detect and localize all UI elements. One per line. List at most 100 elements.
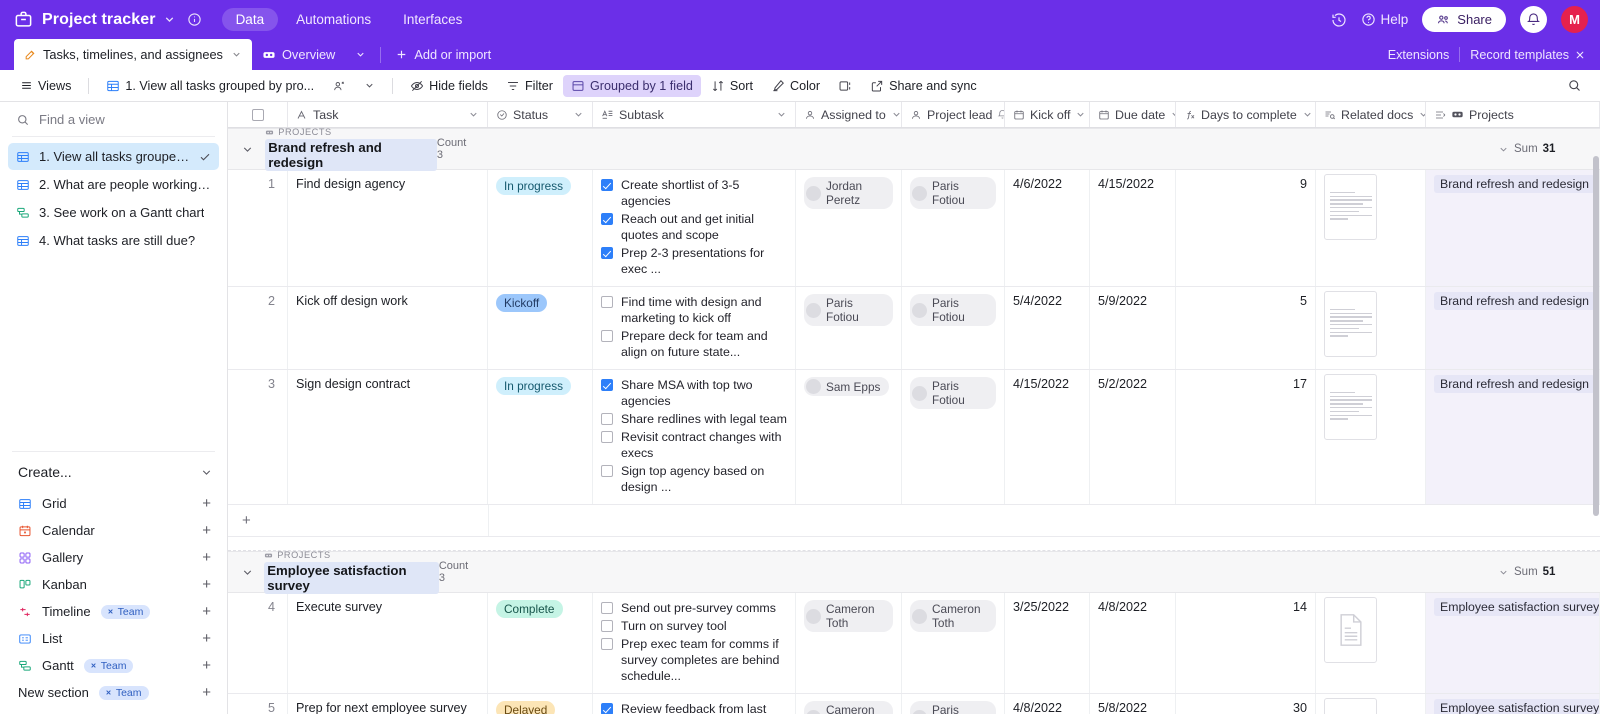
subtask-checkbox[interactable] <box>601 602 613 614</box>
cell-assigned-to[interactable]: Jordan Peretz <box>796 170 902 286</box>
cell-task[interactable]: Sign design contract <box>288 370 488 504</box>
create-kanban[interactable]: Kanban + <box>8 571 219 598</box>
project-link-chip[interactable]: Employee satisfaction survey <box>1434 699 1599 714</box>
subtask-item[interactable]: Reach out and get initial quotes and sco… <box>601 211 787 243</box>
share-button[interactable]: Share <box>1422 7 1506 32</box>
subtask-checkbox[interactable] <box>601 213 613 225</box>
subtask-checkbox[interactable] <box>601 620 613 632</box>
subtask-checkbox[interactable] <box>601 379 613 391</box>
subtask-checkbox[interactable] <box>601 638 613 650</box>
column-header-due-date[interactable]: Due date <box>1090 102 1176 127</box>
cell-assigned-to[interactable]: Sam Epps <box>796 370 902 504</box>
subtask-checkbox[interactable] <box>601 703 613 714</box>
cell-assigned-to[interactable]: Cameron Toth <box>796 593 902 693</box>
table-row[interactable]: 3 Sign design contract In progress Share… <box>228 370 1600 505</box>
cell-projects[interactable]: Brand refresh and redesign <box>1426 370 1600 504</box>
add-record-row[interactable]: + <box>228 505 1600 537</box>
project-link-chip[interactable]: Brand refresh and redesign <box>1434 292 1596 310</box>
group-sum[interactable]: Sum 51 <box>1498 566 1555 578</box>
extensions-button[interactable]: Extensions <box>1388 48 1450 62</box>
views-button[interactable]: Views <box>12 75 79 97</box>
cell-subtask[interactable]: Create shortlist of 3-5 agencies Reach o… <box>593 170 796 286</box>
subtask-checkbox[interactable] <box>601 465 613 477</box>
nav-item-automations[interactable]: Automations <box>282 8 385 31</box>
cell-projects[interactable]: Employee satisfaction survey <box>1426 593 1600 693</box>
cell-status[interactable]: In progress <box>488 370 593 504</box>
cell-project-lead[interactable]: Paris Fotiou <box>902 694 1005 714</box>
cell-status[interactable]: In progress <box>488 170 593 286</box>
column-header-kick-off[interactable]: Kick off <box>1005 102 1090 127</box>
nav-item-data[interactable]: Data <box>221 8 279 31</box>
subtask-checkbox[interactable] <box>601 247 613 259</box>
cell-projects[interactable]: Brand refresh and redesign <box>1426 287 1600 369</box>
add-new-section-icon[interactable]: + <box>202 684 211 701</box>
cell-related-docs[interactable] <box>1316 287 1426 369</box>
tab-overview[interactable]: Overview <box>252 39 345 70</box>
vertical-scrollbar[interactable] <box>1593 156 1599 516</box>
add-gallery-icon[interactable]: + <box>202 549 211 566</box>
column-header-project-lead[interactable]: Project lead <box>902 102 1005 127</box>
create-section-header[interactable]: Create... <box>0 452 227 490</box>
subtask-item[interactable]: Sign top agency based on design ... <box>601 463 787 495</box>
cell-task[interactable]: Kick off design work <box>288 287 488 369</box>
subtask-item[interactable]: Review feedback from last exec debrief <box>601 701 787 714</box>
user-avatar[interactable]: M <box>1561 6 1588 33</box>
subtask-item[interactable]: Share MSA with top two agencies <box>601 377 787 409</box>
create-grid[interactable]: Grid + <box>8 490 219 517</box>
sidebar-view-1[interactable]: 1. View all tasks grouped by pro... <box>8 143 219 170</box>
cell-assigned-to[interactable]: Paris Fotiou <box>796 287 902 369</box>
tab-overview-menu[interactable] <box>345 39 376 70</box>
create-gantt[interactable]: Gantt Team + <box>8 652 219 679</box>
color-button[interactable]: Color <box>763 75 828 97</box>
group-button[interactable]: Grouped by 1 field <box>562 74 701 97</box>
subtask-item[interactable]: Send out pre-survey comms <box>601 600 787 616</box>
search-records-icon[interactable] <box>1561 74 1588 97</box>
add-timeline-icon[interactable]: + <box>202 603 211 620</box>
chevron-down-icon[interactable] <box>776 109 787 120</box>
cell-kick-off[interactable]: 3/25/2022 <box>1005 593 1090 693</box>
view-collaborators-icon[interactable] <box>324 75 354 97</box>
table-row[interactable]: 2 Kick off design work Kickoff Find time… <box>228 287 1600 370</box>
subtask-checkbox[interactable] <box>601 179 613 191</box>
cell-related-docs[interactable] <box>1316 170 1426 286</box>
grid-rows-scroll[interactable]: PROJECTS Brand refresh and redesign Coun… <box>228 128 1600 714</box>
cell-status[interactable]: Kickoff <box>488 287 593 369</box>
cell-due-date[interactable]: 4/8/2022 <box>1090 593 1176 693</box>
subtask-item[interactable]: Prep exec team for comms if survey compl… <box>601 636 787 684</box>
cell-related-docs[interactable] <box>1316 593 1426 693</box>
subtask-item[interactable]: Prep 2-3 presentations for exec ... <box>601 245 787 277</box>
tab-tasks-timelines-assignees[interactable]: Tasks, timelines, and assignees <box>14 39 252 70</box>
chevron-down-icon[interactable] <box>1075 109 1086 120</box>
sidebar-view-3[interactable]: 3. See work on a Gantt chart <box>8 199 219 226</box>
chevron-down-icon[interactable] <box>200 466 213 479</box>
group-header-employee-satisfaction[interactable]: PROJECTS Employee satisfaction survey Co… <box>228 550 1600 594</box>
cell-project-lead[interactable]: Cameron Toth <box>902 593 1005 693</box>
cell-kick-off[interactable]: 4/6/2022 <box>1005 170 1090 286</box>
cell-task[interactable]: Find design agency <box>288 170 488 286</box>
current-view-button[interactable]: 1. View all tasks grouped by pro... <box>98 75 322 97</box>
create-gallery[interactable]: Gallery + <box>8 544 219 571</box>
subtask-item[interactable]: Prepare deck for team and align on futur… <box>601 328 787 360</box>
cell-related-docs[interactable] <box>1316 370 1426 504</box>
sort-button[interactable]: Sort <box>703 75 761 97</box>
add-list-icon[interactable]: + <box>202 630 211 647</box>
project-link-chip[interactable]: Brand refresh and redesign <box>1434 375 1596 393</box>
column-header-related-docs[interactable]: Related docs <box>1316 102 1426 127</box>
column-header-subtask[interactable]: Subtask <box>593 102 796 127</box>
cell-due-date[interactable]: 5/2/2022 <box>1090 370 1176 504</box>
add-gantt-icon[interactable]: + <box>202 657 211 674</box>
cell-subtask[interactable]: Share MSA with top two agencies Share re… <box>593 370 796 504</box>
chevron-down-icon[interactable] <box>573 109 584 120</box>
cell-kick-off[interactable]: 4/15/2022 <box>1005 370 1090 504</box>
subtask-item[interactable]: Create shortlist of 3-5 agencies <box>601 177 787 209</box>
app-title-chevron-icon[interactable] <box>163 13 176 26</box>
create-new-section[interactable]: New section Team + <box>8 679 219 706</box>
group-collapse-icon[interactable] <box>238 143 257 156</box>
help-button[interactable]: Help <box>1361 12 1408 27</box>
project-link-chip[interactable]: Brand refresh and redesign <box>1434 175 1596 193</box>
tab-chevron-down-icon[interactable] <box>231 49 242 60</box>
cell-subtask[interactable]: Find time with design and marketing to k… <box>593 287 796 369</box>
subtask-item[interactable]: Share redlines with legal team <box>601 411 787 427</box>
cell-projects[interactable]: Brand refresh and redesign <box>1426 170 1600 286</box>
hide-fields-button[interactable]: Hide fields <box>402 75 496 97</box>
